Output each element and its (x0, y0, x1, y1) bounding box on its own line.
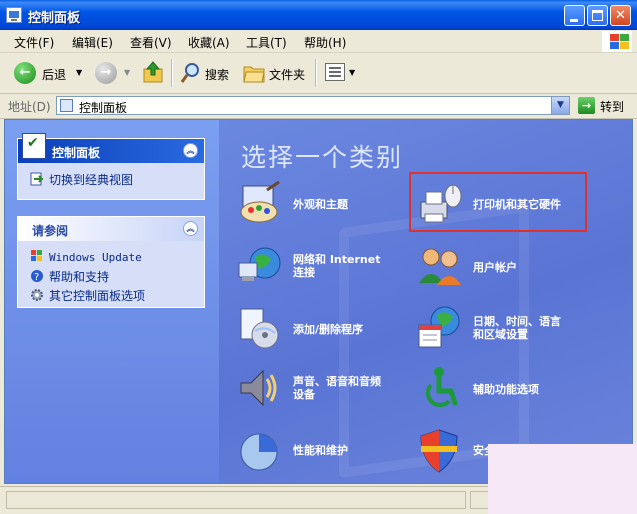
toolbar: ← 后退 ▼ → ▼ 搜索 文件夹 ▼ (0, 53, 637, 94)
link-label: 帮助和支持 (49, 270, 110, 284)
category-pane: 选择一个类别 外观和主题 网络和 Internet 连接 添加/删除程序 声音、… (219, 120, 632, 483)
menu-edit[interactable]: 编辑(E) (72, 34, 113, 51)
see-also-panel: 请参阅 ︽ Windows Update ? 帮助和支持 其它控制面板选项 (17, 216, 205, 308)
maximize-icon (592, 10, 603, 21)
category-label: 辅助功能选项 (473, 383, 539, 396)
category-label-line2: 和区域设置 (473, 328, 528, 341)
address-value: 控制面板 (79, 101, 128, 115)
minimize-button[interactable] (564, 5, 585, 26)
up-folder-icon[interactable] (143, 61, 163, 83)
address-label: 地址(D) (8, 100, 51, 114)
back-button-label[interactable]: 后退 (42, 66, 66, 83)
go-arrow-icon[interactable]: → (578, 97, 595, 114)
category-label: 性能和维护 (293, 444, 348, 457)
category-label-line1: 声音、语音和音频 (293, 375, 381, 388)
toolbar-separator (171, 59, 173, 87)
help-support-link[interactable]: ? 帮助和支持 (30, 268, 109, 285)
control-panel-task-panel: 控制面板 ︽ 切换到经典视图 (17, 133, 205, 200)
control-panel-icon (6, 7, 22, 23)
panel-header[interactable]: 请参阅 ︽ (18, 217, 204, 241)
add-remove-programs-icon (240, 308, 279, 349)
category-label-line1: 网络和 Internet (293, 253, 381, 266)
sounds-audio-icon (240, 369, 277, 407)
menu-bar: 文件(F) 编辑(E) 查看(V) 收藏(A) 工具(T) 帮助(H) (0, 30, 637, 53)
address-input[interactable]: 控制面板 ▼ (56, 96, 570, 115)
accessibility-icon (425, 367, 458, 408)
menu-favorites[interactable]: 收藏(A) (188, 34, 230, 51)
printer-hardware-icon (420, 184, 462, 223)
obscured-region (488, 444, 637, 514)
status-cell (6, 491, 466, 509)
category-label-line2: 设备 (293, 388, 315, 401)
task-pane: 控制面板 ︽ 切换到经典视图 请参阅 ︽ (5, 120, 219, 483)
menu-tools[interactable]: 工具(T) (246, 34, 287, 51)
classic-view-icon (30, 172, 44, 186)
windows-update-icon (31, 250, 42, 261)
category-label: 打印机和其它硬件 (473, 198, 561, 211)
back-arrow-icon[interactable]: ← (14, 62, 36, 84)
search-icon[interactable] (180, 62, 200, 84)
page-heading: 选择一个类别 (241, 143, 404, 172)
date-time-language-icon (418, 306, 460, 348)
panel-title: 请参阅 (32, 224, 69, 238)
minimize-icon (570, 19, 578, 22)
back-dropdown-icon[interactable]: ▼ (76, 68, 82, 77)
close-icon: ✕ (615, 8, 626, 23)
menu-help[interactable]: 帮助(H) (304, 34, 346, 51)
link-label: Windows Update (49, 251, 142, 264)
control-panel-window: 控制面板 ✕ 文件(F) 编辑(E) 查看(V) 收藏(A) 工具(T) 帮助(… (0, 0, 637, 514)
menu-file[interactable]: 文件(F) (14, 34, 54, 51)
close-button[interactable]: ✕ (610, 5, 631, 26)
control-panel-small-icon (60, 99, 73, 112)
forward-arrow-icon[interactable]: → (95, 62, 117, 84)
link-label: 其它控制面板选项 (49, 289, 146, 303)
address-bar: 地址(D) 控制面板 ▼ → 转到 (0, 94, 637, 119)
windows-logo-icon (602, 31, 632, 52)
title-bar[interactable]: 控制面板 ✕ (0, 0, 637, 30)
views-dropdown-icon[interactable]: ▼ (349, 68, 355, 77)
panel-header[interactable]: 控制面板 ︽ (18, 133, 204, 163)
switch-classic-view-link[interactable]: 切换到经典视图 (30, 171, 133, 188)
toolbar-separator (315, 59, 317, 87)
category-label-line2: 连接 (293, 266, 315, 279)
panel-title: 控制面板 (52, 146, 101, 160)
control-panel-check-icon (22, 133, 46, 159)
folders-button-label[interactable]: 文件夹 (269, 66, 305, 83)
category-label-line1: 日期、时间、语言 (473, 315, 561, 328)
appearance-themes-icon (240, 180, 280, 223)
collapse-chevron-icon[interactable]: ︽ (183, 221, 198, 236)
help-icon: ? (31, 270, 43, 283)
go-button-label[interactable]: 转到 (600, 98, 624, 115)
category-label: 添加/删除程序 (293, 323, 364, 336)
windows-update-link[interactable]: Windows Update (30, 249, 142, 264)
gear-icon (31, 289, 43, 301)
folders-icon[interactable] (243, 63, 265, 83)
category-label: 用户帐户 (473, 261, 517, 274)
user-accounts-icon (419, 248, 461, 285)
svg-text:?: ? (34, 272, 39, 283)
views-icon[interactable] (325, 63, 345, 81)
network-internet-icon (238, 247, 281, 281)
window-title: 控制面板 (28, 11, 81, 26)
forward-dropdown-icon[interactable]: ▼ (124, 68, 130, 77)
maximize-button[interactable] (587, 5, 608, 26)
performance-maintenance-icon (240, 433, 278, 471)
chevron-down-icon[interactable]: ▼ (551, 97, 569, 114)
search-button-label[interactable]: 搜索 (205, 66, 229, 83)
security-center-icon (420, 429, 458, 473)
category-label: 外观和主题 (293, 198, 348, 211)
link-label: 切换到经典视图 (49, 173, 134, 187)
collapse-chevron-icon[interactable]: ︽ (183, 143, 198, 158)
menu-view[interactable]: 查看(V) (130, 34, 172, 51)
other-control-panel-options-link[interactable]: 其它控制面板选项 (30, 287, 145, 304)
content-area: 控制面板 ︽ 切换到经典视图 请参阅 ︽ (4, 119, 633, 484)
